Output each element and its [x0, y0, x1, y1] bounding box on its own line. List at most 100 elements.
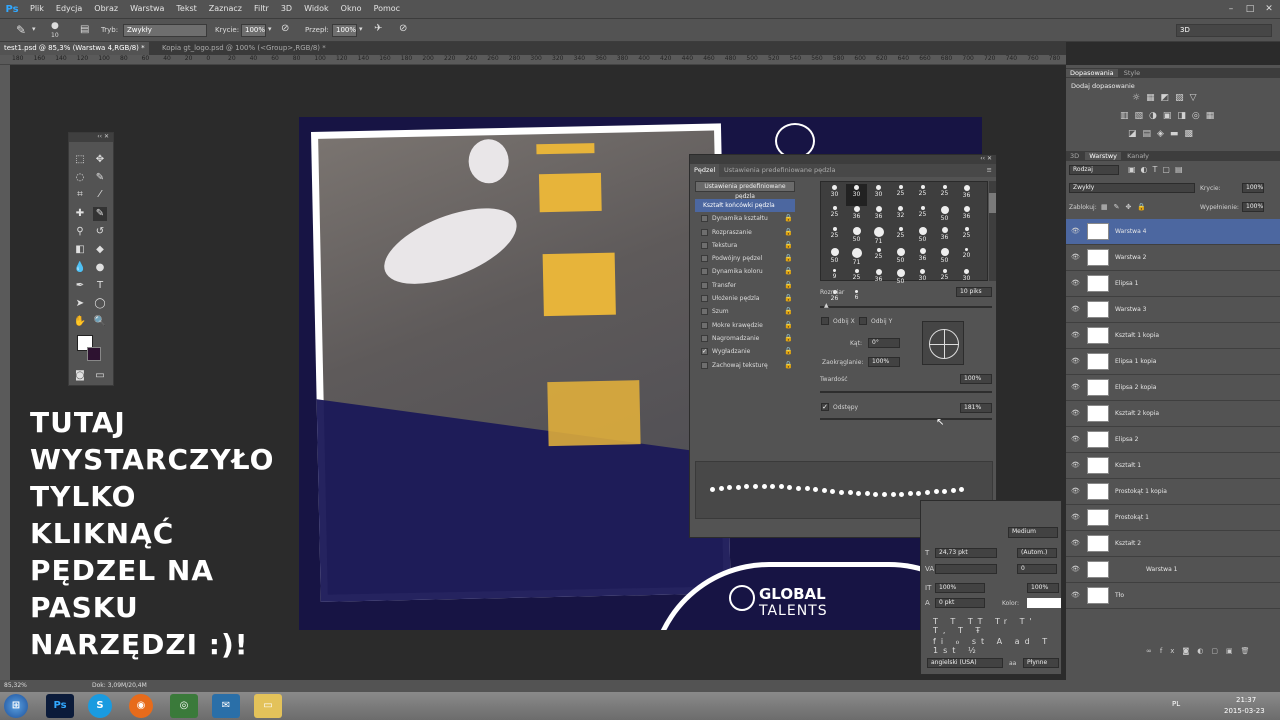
chevron-down-icon[interactable]: ▾ [32, 25, 36, 33]
hardness-input[interactable]: 100% [960, 374, 992, 384]
visibility-eye-icon[interactable]: 👁 [1071, 227, 1080, 235]
tab-brush[interactable]: Pędzel [690, 164, 720, 177]
layer-row[interactable]: 👁 Prostokąt 1 [1066, 505, 1280, 531]
clock-time[interactable]: 21:37 [1236, 696, 1256, 704]
menu-edycja[interactable]: Edycja [50, 0, 88, 18]
angle-input[interactable]: 0° [868, 338, 900, 348]
lock-icon[interactable]: 🔒 [784, 319, 793, 332]
pen-tool-icon[interactable]: ✒ [73, 279, 87, 293]
layer-opacity-input[interactable]: 100% [1242, 183, 1264, 193]
brush-tip[interactable]: 25 [956, 226, 977, 248]
path-select-icon[interactable]: ➤ [73, 297, 87, 311]
size-slider[interactable] [820, 306, 992, 308]
brush-tip[interactable]: 25 [912, 205, 933, 227]
opacity-input[interactable]: 100% [241, 24, 266, 37]
visibility-eye-icon[interactable]: 👁 [1071, 565, 1080, 573]
brush-preview-icon[interactable]: ● [51, 21, 59, 31]
roundness-input[interactable]: 100% [868, 357, 900, 367]
layer-name[interactable]: Kształt 2 [1115, 540, 1141, 547]
app-taskbar-icon[interactable]: ◎ [170, 694, 198, 718]
visibility-eye-icon[interactable]: 👁 [1071, 279, 1080, 287]
eraser-icon[interactable]: ◧ [73, 243, 87, 257]
layer-row[interactable]: 👁 Warstwa 4 [1066, 219, 1280, 245]
slider-handle[interactable]: ▲ [824, 302, 829, 309]
visibility-eye-icon[interactable]: 👁 [1071, 331, 1080, 339]
brush-option-checkbox[interactable] [701, 241, 708, 249]
layer-row[interactable]: 👁 Warstwa 3 [1066, 297, 1280, 323]
blur-tool-icon[interactable]: 💧 [73, 261, 87, 275]
tab-brush-presets[interactable]: Ustawienia predefiniowane pędzla [720, 164, 839, 177]
history-brush-icon[interactable]: ↺ [93, 225, 107, 239]
brush-presets-button[interactable]: Ustawienia predefiniowane pędzla [695, 181, 795, 200]
layer-filter-select[interactable]: Rodzaj [1069, 165, 1119, 175]
visibility-eye-icon[interactable]: 👁 [1071, 409, 1080, 417]
brush-panel-toggle-icon[interactable]: ▤ [80, 24, 89, 35]
lock-icon[interactable]: 🔒 [784, 265, 793, 278]
brush-tip[interactable]: 30 [824, 184, 845, 206]
brush-option-checkbox[interactable] [701, 255, 708, 263]
tip-scrollbar[interactable] [989, 181, 996, 281]
visibility-eye-icon[interactable]: 👁 [1071, 539, 1080, 547]
spacing-slider[interactable] [820, 418, 992, 420]
brush-tip[interactable]: 25 [846, 268, 867, 290]
spacing-checkbox[interactable]: ✓ [821, 403, 829, 411]
hand-tool-icon[interactable]: ✋ [73, 315, 87, 329]
visibility-eye-icon[interactable]: 👁 [1071, 383, 1080, 391]
tab-adjustments[interactable]: Dopasowania [1066, 69, 1118, 77]
brush-tip[interactable]: 50 [890, 268, 911, 290]
language-indicator[interactable]: PL [1172, 700, 1180, 708]
layer-name[interactable]: Warstwa 1 [1146, 566, 1177, 573]
brush-tool-icon[interactable]: ✎ [93, 207, 107, 221]
layer-name[interactable]: Warstwa 4 [1115, 228, 1146, 235]
layer-row[interactable]: 👁 Elipsa 1 [1066, 271, 1280, 297]
healing-brush-icon[interactable]: ✚ [73, 207, 87, 221]
brush-option-checkbox[interactable] [701, 228, 708, 236]
pressure-opacity-icon[interactable]: ⊘ [281, 23, 289, 34]
brush-tip[interactable]: 36 [868, 268, 889, 290]
spacing-input[interactable]: 181% [960, 403, 992, 413]
lock-icons[interactable]: ▦✎✥🔒 [1101, 203, 1152, 211]
screen-mode-icon[interactable]: ▭ [93, 369, 107, 383]
brush-tip[interactable]: 36 [956, 205, 977, 227]
tracking-input[interactable]: 0 [1017, 564, 1057, 574]
brush-tip[interactable]: 36 [846, 205, 867, 227]
adjustment-icons-row2[interactable]: ▥▧◑▣◨◎▦ [1120, 111, 1220, 121]
brush-tip[interactable]: 50 [846, 226, 867, 248]
menu-plik[interactable]: Plik [24, 0, 50, 18]
skype-taskbar-icon[interactable]: S [88, 694, 112, 718]
layer-filter-icons[interactable]: ▣◐T▢▤ [1128, 165, 1188, 174]
menu-pomoc[interactable]: Pomoc [368, 0, 407, 18]
menu-tekst[interactable]: Tekst [170, 0, 202, 18]
brush-option-item[interactable]: Rozpraszanie 🔒 [695, 226, 795, 239]
eyedropper-icon[interactable]: ⁄ [93, 188, 107, 202]
brush-tip[interactable]: 50 [934, 205, 955, 227]
clock-date[interactable]: 2015-03-23 [1224, 707, 1265, 715]
menu-filtr[interactable]: Filtr [248, 0, 275, 18]
opentype-buttons[interactable]: fi ℴ st A ad T 1st ½ [933, 637, 1061, 655]
brush-tip[interactable]: 71 [868, 226, 889, 248]
visibility-eye-icon[interactable]: 👁 [1071, 357, 1080, 365]
flow-input[interactable]: 100% [332, 24, 357, 37]
brush-tip[interactable]: 50 [912, 226, 933, 248]
font-size-input[interactable]: 24,73 pkt [935, 548, 997, 558]
firefox-taskbar-icon[interactable]: ◉ [129, 694, 153, 718]
layer-row[interactable]: 👁 Elipsa 2 [1066, 427, 1280, 453]
panel-menu-icon[interactable]: ≡ [983, 164, 996, 177]
photoshop-logo[interactable]: Ps [0, 0, 24, 18]
layer-name[interactable]: Elipsa 1 [1115, 280, 1138, 287]
brush-tip[interactable]: 25 [890, 184, 911, 206]
layer-row[interactable]: 👁 Tło [1066, 583, 1280, 609]
font-style-select[interactable]: Medium [1008, 527, 1058, 538]
layer-name[interactable]: Kształt 2 kopia [1115, 410, 1159, 417]
brush-option-item[interactable]: Mokre krawędzie 🔒 [695, 319, 795, 332]
layer-row[interactable]: 👁 Kształt 1 [1066, 453, 1280, 479]
brush-tip[interactable]: 30 [912, 268, 933, 290]
language-select[interactable]: angielski (USA) [927, 658, 1003, 668]
brush-option-checkbox[interactable] [701, 268, 708, 276]
brush-option-checkbox[interactable] [701, 295, 708, 303]
layer-name[interactable]: Tło [1115, 592, 1124, 599]
brush-tip[interactable]: 30 [846, 184, 867, 206]
lock-icon[interactable]: 🔒 [784, 359, 793, 372]
lock-icon[interactable]: 🔒 [784, 345, 793, 358]
brush-tip[interactable]: 20 [956, 247, 977, 269]
